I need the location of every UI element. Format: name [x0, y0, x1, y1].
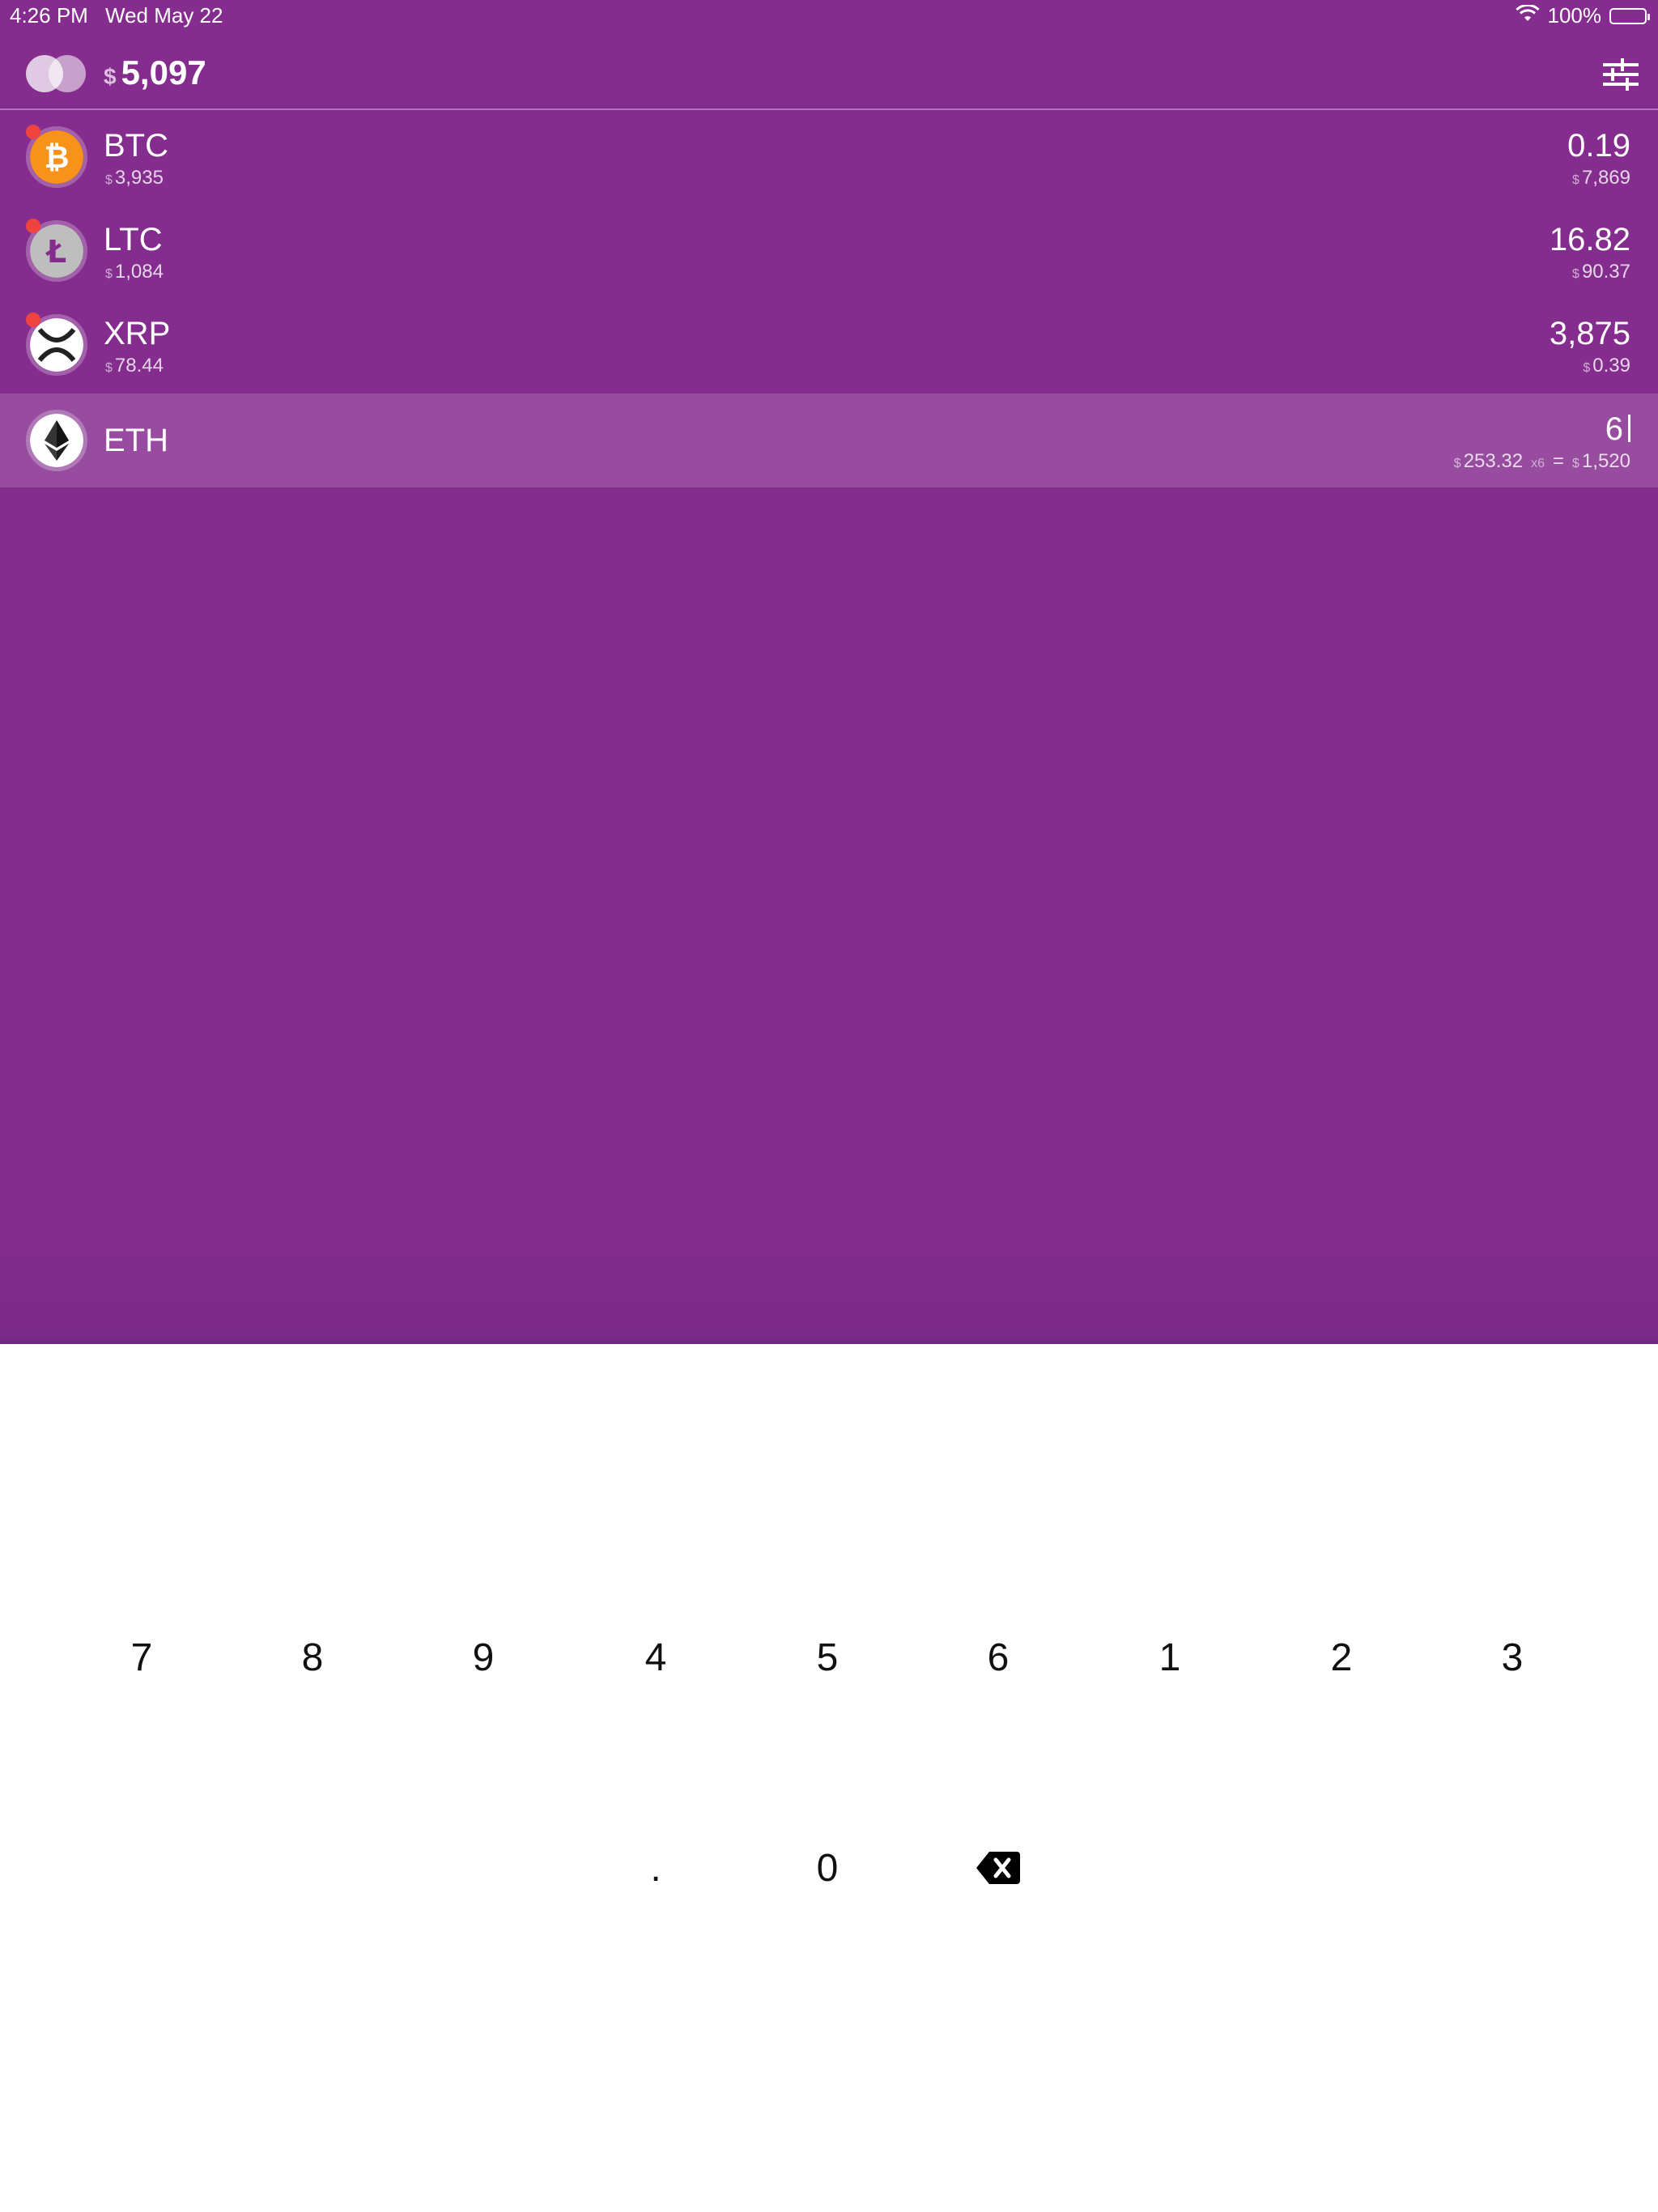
- status-time: 4:26 PM: [10, 3, 88, 28]
- alert-dot: [26, 219, 40, 233]
- key-3[interactable]: 3: [1456, 1621, 1569, 1694]
- key-8[interactable]: 8: [256, 1621, 369, 1694]
- key-9[interactable]: 9: [427, 1621, 540, 1694]
- total-value: 5,097: [121, 53, 206, 91]
- coin-amount: 3,875: [1549, 316, 1630, 351]
- key-2[interactable]: 2: [1285, 1621, 1398, 1694]
- coin-amount: 16.82: [1549, 222, 1630, 257]
- conversion-line: $253.32 x6 = $1,520: [1453, 450, 1630, 472]
- coin-price: 253.32: [1463, 450, 1524, 472]
- status-right: 100%: [1515, 3, 1650, 28]
- coin-symbol: ETH: [104, 423, 168, 458]
- conversion-result: 1,520: [1581, 450, 1630, 472]
- status-date: Wed May 22: [105, 3, 223, 28]
- key-6[interactable]: 6: [942, 1621, 1055, 1694]
- alert-dot: [26, 125, 40, 139]
- header: $ 5,097: [0, 32, 1658, 110]
- key-backspace[interactable]: [942, 1831, 1055, 1904]
- coin-symbol: LTC: [104, 222, 163, 257]
- key-5[interactable]: 5: [771, 1621, 884, 1694]
- coin-value: $78.44: [105, 355, 164, 376]
- key-0[interactable]: 0: [771, 1831, 884, 1904]
- coin-amount: 0.19: [1567, 128, 1630, 164]
- coin-price: $0.39: [1583, 355, 1630, 376]
- coin-value: $3,935: [105, 167, 164, 189]
- battery-icon: [1609, 7, 1650, 24]
- coin-price: $90.37: [1572, 261, 1630, 283]
- coin-value: $1,084: [105, 261, 164, 283]
- settings-sliders-button[interactable]: [1601, 57, 1640, 92]
- backspace-icon: [976, 1852, 1020, 1884]
- portfolio-total: $ 5,097: [104, 53, 206, 92]
- svg-text:₿: ₿: [45, 139, 70, 175]
- coin-row-btc[interactable]: ₿ BTC $3,935 0.19 $7,869: [0, 110, 1658, 204]
- coin-price: $7,869: [1572, 167, 1630, 189]
- app-screen: 4:26 PM Wed May 22 100% $ 5,097 ₿ BTC $ …: [0, 0, 1658, 1344]
- ethereum-icon: [26, 410, 87, 471]
- status-bar: 4:26 PM Wed May 22 100%: [0, 0, 1658, 32]
- amount-input[interactable]: 6: [1605, 411, 1630, 448]
- coin-symbol: BTC: [104, 128, 168, 164]
- numeric-keypad: 7 8 9 4 5 6 1 2 3 . 0: [0, 1344, 1658, 2212]
- coin-row-eth[interactable]: ETH 6 $253.32 x6 = $1,520: [0, 393, 1658, 487]
- battery-percent: 100%: [1547, 3, 1602, 28]
- multiplier: x6: [1531, 457, 1545, 470]
- app-logo-icon: [26, 55, 86, 92]
- coin-symbol: XRP: [104, 316, 171, 351]
- svg-text:Ł: Ł: [45, 234, 66, 270]
- key-1[interactable]: 1: [1113, 1621, 1226, 1694]
- alert-dot: [26, 313, 40, 327]
- currency-symbol: $: [104, 64, 117, 89]
- key-7[interactable]: 7: [85, 1621, 198, 1694]
- sliders-icon: [1603, 58, 1639, 91]
- key-4[interactable]: 4: [599, 1621, 712, 1694]
- coin-row-xrp[interactable]: XRP $78.44 3,875 $0.39: [0, 298, 1658, 392]
- equals-sign: =: [1553, 450, 1565, 472]
- text-cursor: [1628, 415, 1630, 442]
- coin-row-ltc[interactable]: Ł LTC $1,084 16.82 $90.37: [0, 204, 1658, 298]
- wifi-icon: [1515, 3, 1540, 28]
- key-decimal[interactable]: .: [599, 1831, 712, 1904]
